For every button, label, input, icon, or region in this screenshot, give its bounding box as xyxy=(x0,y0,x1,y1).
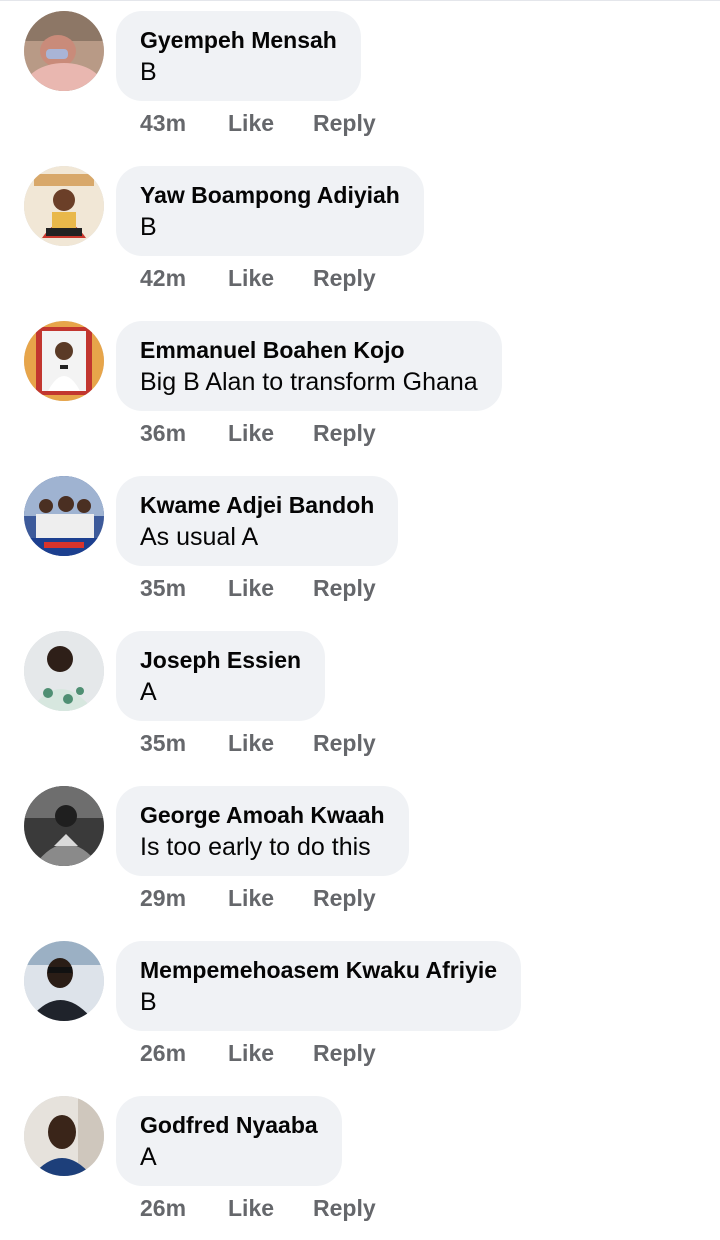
comment-author[interactable]: Gyempeh Mensah xyxy=(140,25,337,55)
avatar[interactable] xyxy=(24,11,104,91)
comment-author[interactable]: Yaw Boampong Adiyiah xyxy=(140,180,400,210)
comment-text: B xyxy=(140,58,157,86)
comment-time[interactable]: 42m xyxy=(140,265,228,292)
like-button[interactable]: Like xyxy=(228,1040,313,1067)
avatar-photo xyxy=(24,166,104,246)
comment-bubble: Mempemehoasem Kwaku Afriyie B xyxy=(116,941,522,1031)
comment-bubble: Kwame Adjei Bandoh As usual A xyxy=(116,476,399,566)
reply-button[interactable]: Reply xyxy=(313,885,376,912)
comment-item: Emmanuel Boahen Kojo Big B Alan to trans… xyxy=(0,310,720,465)
comment-actions: 36m Like Reply xyxy=(140,413,376,453)
comment-actions: 26m Like Reply xyxy=(140,1033,376,1073)
comment-text: B xyxy=(140,988,157,1016)
comment-actions: 26m Like Reply xyxy=(140,1188,376,1228)
avatar[interactable] xyxy=(24,476,104,556)
comment-bubble: Gyempeh Mensah B xyxy=(116,11,361,101)
comment-author[interactable]: George Amoah Kwaah xyxy=(140,800,385,830)
avatar-photo xyxy=(24,631,104,711)
avatar[interactable] xyxy=(24,166,104,246)
comment-actions: 35m Like Reply xyxy=(140,723,376,763)
comment-item: Gyempeh Mensah B 43m Like Reply xyxy=(0,0,720,155)
comment-bubble: George Amoah Kwaah Is too early to do th… xyxy=(116,786,409,876)
comment-time[interactable]: 43m xyxy=(140,110,228,137)
comment-item: George Amoah Kwaah Is too early to do th… xyxy=(0,775,720,930)
avatar-photo xyxy=(24,476,104,556)
comment-bubble: Emmanuel Boahen Kojo Big B Alan to trans… xyxy=(116,321,502,411)
like-button[interactable]: Like xyxy=(228,110,313,137)
like-button[interactable]: Like xyxy=(228,265,313,292)
comment-item: Yaw Boampong Adiyiah B 42m Like Reply xyxy=(0,155,720,310)
comment-text: B xyxy=(140,213,157,241)
avatar[interactable] xyxy=(24,786,104,866)
like-button[interactable]: Like xyxy=(228,885,313,912)
comment-time[interactable]: 35m xyxy=(140,730,228,757)
reply-button[interactable]: Reply xyxy=(313,575,376,602)
comment-author[interactable]: Joseph Essien xyxy=(140,645,301,675)
comment-bubble: Godfred Nyaaba A xyxy=(116,1096,342,1186)
avatar-photo xyxy=(24,321,104,401)
comment-text: A xyxy=(140,1143,157,1171)
reply-button[interactable]: Reply xyxy=(313,1040,376,1067)
comment-author[interactable]: Mempemehoasem Kwaku Afriyie xyxy=(140,955,497,985)
avatar-photo xyxy=(24,941,104,1021)
avatar[interactable] xyxy=(24,631,104,711)
like-button[interactable]: Like xyxy=(228,1195,313,1222)
comment-item: Joseph Essien A 35m Like Reply xyxy=(0,620,720,775)
like-button[interactable]: Like xyxy=(228,575,313,602)
comment-item: Godfred Nyaaba A 26m Like Reply xyxy=(0,1085,720,1240)
avatar-photo xyxy=(24,1096,104,1176)
like-button[interactable]: Like xyxy=(228,420,313,447)
comment-actions: 29m Like Reply xyxy=(140,878,376,918)
reply-button[interactable]: Reply xyxy=(313,265,376,292)
comment-text: A xyxy=(140,678,157,706)
avatar-photo xyxy=(24,11,104,91)
avatar-photo xyxy=(24,786,104,866)
comment-author[interactable]: Kwame Adjei Bandoh xyxy=(140,490,374,520)
comment-bubble: Joseph Essien A xyxy=(116,631,326,721)
comment-actions: 35m Like Reply xyxy=(140,568,376,608)
reply-button[interactable]: Reply xyxy=(313,110,376,137)
comment-author[interactable]: Emmanuel Boahen Kojo xyxy=(140,335,478,365)
like-button[interactable]: Like xyxy=(228,730,313,757)
comment-time[interactable]: 26m xyxy=(140,1040,228,1067)
comment-text: As usual A xyxy=(140,523,259,551)
comment-time[interactable]: 35m xyxy=(140,575,228,602)
reply-button[interactable]: Reply xyxy=(313,420,376,447)
comment-time[interactable]: 29m xyxy=(140,885,228,912)
avatar[interactable] xyxy=(24,321,104,401)
comment-item: Kwame Adjei Bandoh As usual A 35m Like R… xyxy=(0,465,720,620)
comment-item: Mempemehoasem Kwaku Afriyie B 26m Like R… xyxy=(0,930,720,1085)
comment-bubble: Yaw Boampong Adiyiah B xyxy=(116,166,424,256)
comment-time[interactable]: 26m xyxy=(140,1195,228,1222)
comment-actions: 42m Like Reply xyxy=(140,258,376,298)
comment-actions: 43m Like Reply xyxy=(140,103,376,143)
reply-button[interactable]: Reply xyxy=(313,730,376,757)
avatar[interactable] xyxy=(24,941,104,1021)
comment-text: Big B Alan to transform Ghana xyxy=(140,368,478,396)
comment-author[interactable]: Godfred Nyaaba xyxy=(140,1110,318,1140)
reply-button[interactable]: Reply xyxy=(313,1195,376,1222)
avatar[interactable] xyxy=(24,1096,104,1176)
comment-text: Is too early to do this xyxy=(140,833,371,861)
comment-time[interactable]: 36m xyxy=(140,420,228,447)
